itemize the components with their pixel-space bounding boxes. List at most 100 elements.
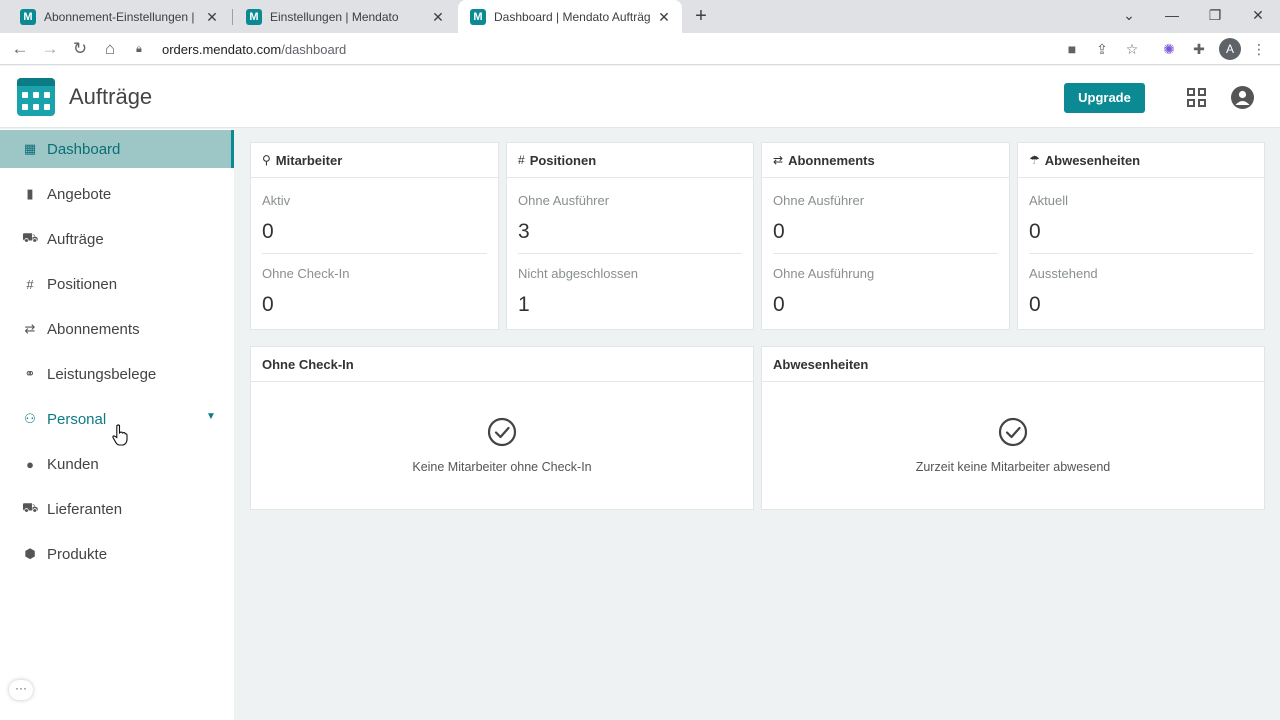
panel-ohne-check-in: Ohne Check-In Keine Mitarbeiter ohne Che… (250, 346, 754, 510)
panel-title: Ohne Check-In (251, 347, 753, 382)
chevron-down-icon: ▼ (206, 411, 216, 422)
sidebar-item-positionen[interactable]: # Positionen (0, 265, 234, 303)
umbrella-icon: ☂ (1029, 153, 1040, 167)
stat-value[interactable]: 0 (262, 220, 274, 244)
forward-arrow-icon[interactable]: → (38, 37, 62, 61)
restore-icon[interactable]: ❐ (1195, 0, 1235, 30)
stat-label: Aktuell (1029, 193, 1069, 208)
stat-card-abonnements: ⇄ Abonnements Ohne Ausführer 0 Ohne Ausfü… (761, 142, 1010, 330)
sidebar-item-label: Lieferanten (47, 500, 123, 518)
user-account-icon[interactable] (1231, 86, 1254, 109)
stat-value[interactable]: 0 (1029, 293, 1041, 317)
url-host: orders.mendato.com (162, 41, 282, 57)
mendato-favicon-icon: M (20, 8, 36, 25)
sidebar-item-label: Angebote (47, 185, 112, 203)
reload-icon[interactable]: ↻ (68, 37, 92, 61)
tab-search-chevron-icon[interactable]: ⌄ (1109, 0, 1149, 30)
sidebar-item-label: Leistungsbelege (47, 365, 157, 383)
divider (518, 253, 742, 254)
stat-value[interactable]: 0 (773, 220, 785, 244)
stat-value[interactable]: 0 (773, 293, 785, 317)
check-circle-icon (487, 417, 517, 447)
close-tab-icon[interactable]: ✕ (430, 9, 446, 25)
person-icon: ● (26, 456, 34, 472)
divider (1029, 253, 1253, 254)
back-arrow-icon[interactable]: ← (8, 37, 32, 61)
new-tab-plus-icon[interactable]: + (690, 5, 712, 27)
browser-tab-label: Dashboard | Mendato Aufträge (494, 9, 650, 24)
browser-tab-dashboard[interactable]: M Dashboard | Mendato Aufträge ✕ (458, 0, 682, 33)
url-path: /dashboard (281, 41, 347, 57)
panel-title: Abwesenheiten (762, 347, 1264, 382)
truck-icon: ⛟ (22, 500, 39, 515)
hash-icon: # (518, 153, 525, 167)
card-header: # Positionen (507, 143, 753, 178)
card-title: Positionen (529, 152, 597, 168)
browser-tab-subscription-settings[interactable]: M Abonnement-Einstellungen | Men ✕ (8, 0, 230, 33)
box-icon: ⬢ (24, 546, 36, 561)
home-icon[interactable]: ⌂ (98, 37, 122, 61)
browser-tab-label: Abonnement-Einstellungen | Men (44, 9, 198, 24)
window-close-icon[interactable]: ✕ (1238, 0, 1278, 30)
browser-tab-settings[interactable]: M Einstellungen | Mendato ✕ (234, 0, 456, 33)
stat-value[interactable]: 1 (518, 293, 530, 317)
extension-color-icon[interactable]: ✺ (1158, 38, 1180, 60)
stat-label: Ohne Ausführer (518, 193, 610, 208)
sidebar-item-abonnements[interactable]: ⇄ Abonnements (0, 310, 234, 348)
divider (773, 253, 998, 254)
bookmark-star-icon[interactable]: ☆ (1121, 38, 1143, 60)
sidebar-item-label: Positionen (47, 275, 118, 293)
stat-value[interactable]: 0 (1029, 220, 1041, 244)
empty-state (762, 383, 1264, 509)
camera-icon[interactable]: ■ (1061, 38, 1083, 60)
stat-label: Aktiv (262, 193, 291, 208)
card-title: Mitarbeiter (275, 152, 343, 168)
close-tab-icon[interactable]: ✕ (204, 9, 220, 25)
stat-card-mitarbeiter: ⚲ Mitarbeiter Aktiv 0 Ohne Check-In 0 (250, 142, 499, 330)
more-options-button[interactable]: ··· (9, 680, 33, 700)
dashboard-icon: ▦ (23, 141, 37, 156)
share-icon[interactable]: ⇪ (1091, 38, 1113, 60)
card-title: Abonnements (788, 152, 875, 168)
handshake-icon: ⚭ (24, 366, 36, 381)
sidebar-item-produkte[interactable]: ⬢ Produkte (0, 535, 234, 573)
minimize-icon[interactable]: — (1152, 0, 1192, 30)
browser-toolbar: ← → ↻ ⌂ 🔒︎ orders.mendato.com/dashboard … (0, 33, 1280, 65)
browser-tab-label: Einstellungen | Mendato (270, 9, 399, 24)
stat-label: Ohne Check-In (262, 266, 350, 281)
browser-menu-icon[interactable]: ⋮ (1248, 38, 1270, 60)
browser-tab-bar: M Abonnement-Einstellungen | Men ✕ M Ein… (0, 0, 1280, 33)
stat-label: Ausstehend (1029, 266, 1098, 281)
sidebar-item-dashboard[interactable]: ▦ Dashboard (0, 130, 234, 168)
people-icon: ⚇ (24, 411, 36, 426)
stat-label: Ohne Ausführer (773, 193, 865, 208)
stat-value[interactable]: 3 (518, 220, 530, 244)
card-title: Abwesenheiten (1044, 152, 1141, 168)
sidebar-item-angebote[interactable]: ▮ Angebote (0, 175, 234, 213)
close-tab-icon[interactable]: ✕ (656, 9, 672, 25)
person-outline-icon: ⚲ (262, 153, 271, 167)
mendato-favicon-icon: M (246, 8, 262, 25)
empty-message: Zurzeit keine Mitarbeiter abwesend (915, 460, 1111, 474)
stat-card-abwesenheiten: ☂ Abwesenheiten Aktuell 0 Ausstehend 0 (1017, 142, 1265, 330)
page-title: Aufträge (69, 84, 153, 109)
empty-message: Keine Mitarbeiter ohne Check-In (412, 460, 592, 474)
sidebar-item-label: Kunden (47, 455, 99, 473)
upgrade-button[interactable]: Upgrade (1064, 83, 1145, 113)
browser-profile-avatar[interactable]: A (1219, 38, 1241, 60)
apps-grid-icon[interactable] (1187, 88, 1207, 108)
extensions-puzzle-icon[interactable]: ✚ (1188, 38, 1210, 60)
stat-label: Ohne Ausführung (773, 266, 875, 281)
stat-value[interactable]: 0 (262, 293, 274, 317)
card-header: ⚲ Mitarbeiter (251, 143, 498, 178)
sidebar-item-leistungsbelege[interactable]: ⚭ Leistungsbelege (0, 355, 234, 393)
sidebar-item-lieferanten[interactable]: ⛟ Lieferanten (0, 490, 234, 528)
sidebar-item-auftraege[interactable]: ⛟ Aufträge (0, 220, 234, 258)
mendato-logo-icon[interactable] (17, 78, 55, 116)
address-bar[interactable]: 🔒︎ orders.mendato.com/dashboard (136, 36, 1146, 62)
panel-abwesenheiten: Abwesenheiten Zurzeit keine Mitarbeiter … (761, 346, 1265, 510)
sidebar-item-kunden[interactable]: ● Kunden (0, 445, 234, 483)
repeat-icon: ⇄ (24, 321, 36, 336)
tab-separator (232, 9, 233, 25)
document-icon: ▮ (26, 186, 34, 201)
